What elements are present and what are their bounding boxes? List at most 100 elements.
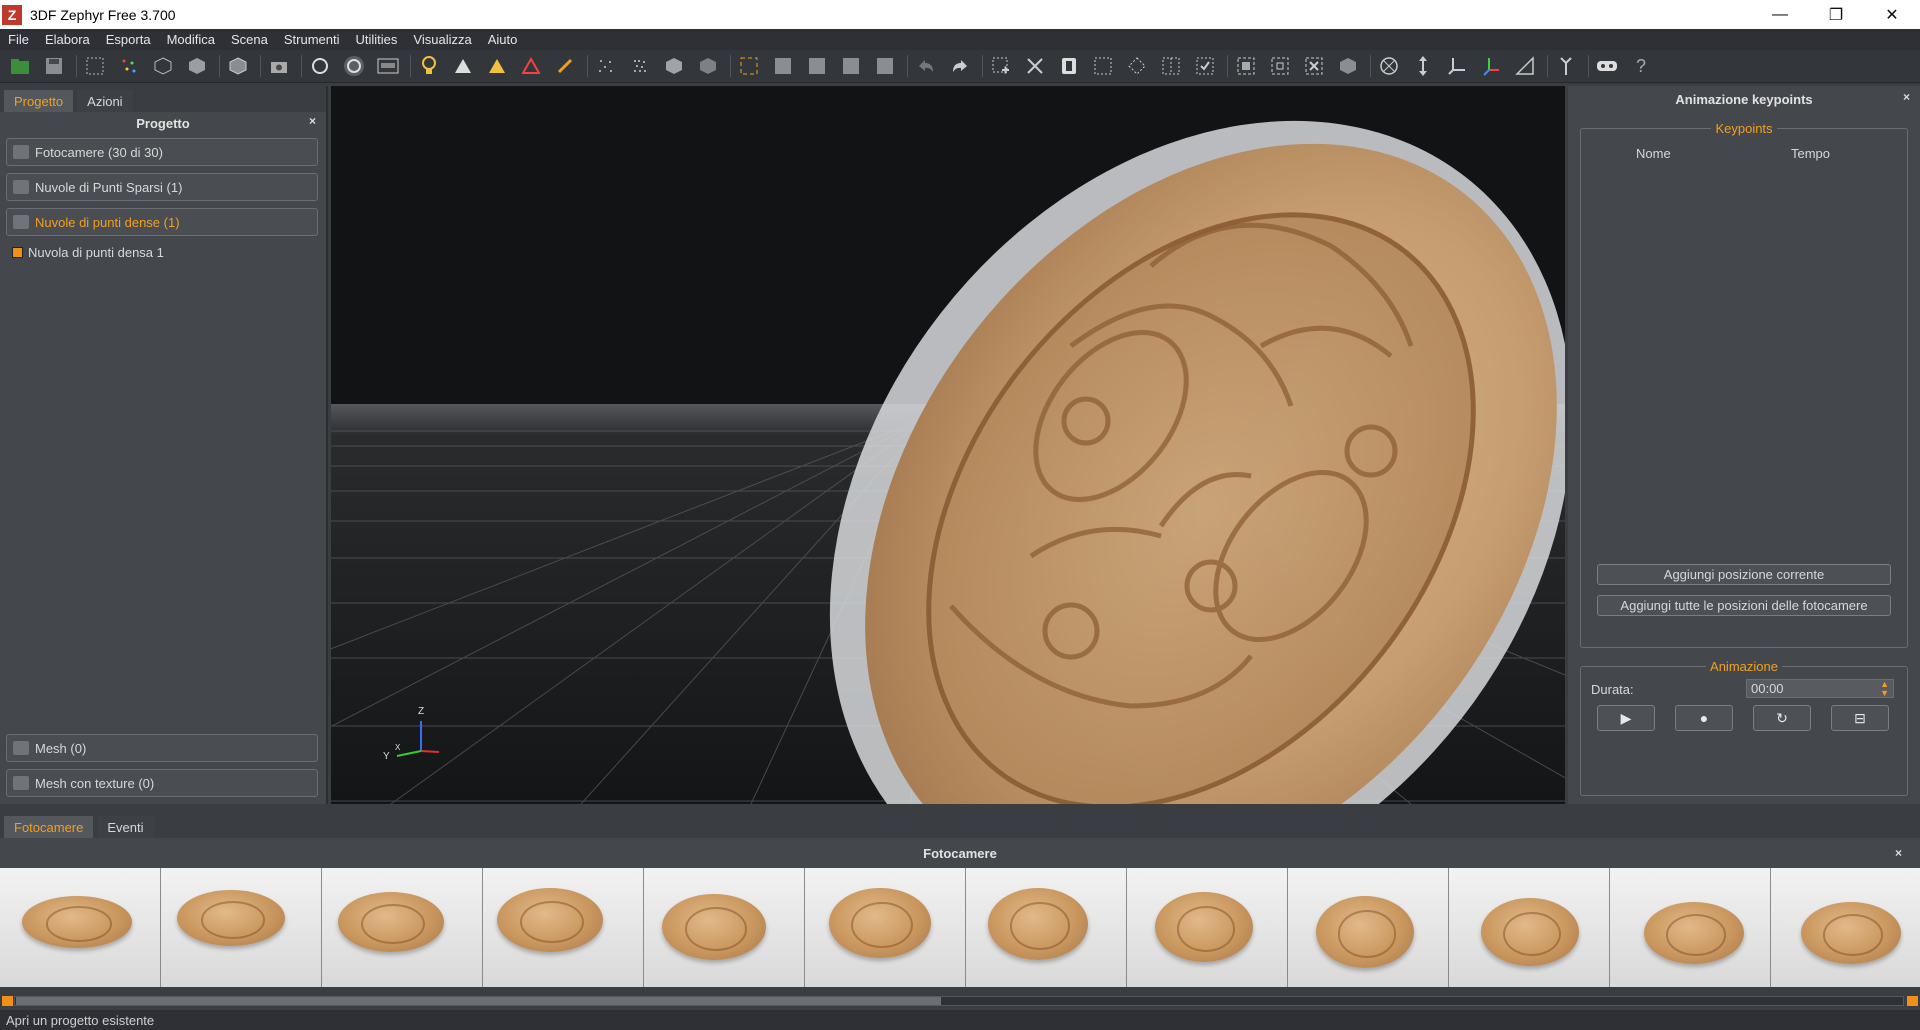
dense-cloud-item[interactable]: Nuvola di punti densa 1 <box>12 243 326 261</box>
camera-thumbnail[interactable] <box>1771 868 1920 987</box>
camera-thumbnail[interactable] <box>966 868 1127 987</box>
3d-viewport[interactable]: Z Y X <box>331 86 1565 804</box>
menu-strumenti[interactable]: Strumenti <box>276 32 348 47</box>
dense-points-icon[interactable] <box>628 54 652 78</box>
cube-icon[interactable] <box>662 54 686 78</box>
new-project-icon[interactable] <box>8 54 32 78</box>
minimize-button[interactable]: — <box>1752 0 1808 29</box>
close-icon[interactable]: × <box>1903 90 1910 104</box>
camera-thumbnail[interactable] <box>1288 868 1449 987</box>
view-persp-icon[interactable] <box>873 54 897 78</box>
mesh-icon[interactable] <box>151 54 175 78</box>
menu-utilities[interactable]: Utilities <box>348 32 406 47</box>
camera-thumbnail[interactable] <box>1449 868 1610 987</box>
viewport-canvas[interactable]: Z Y X <box>331 86 1565 804</box>
plane-icon[interactable] <box>1445 54 1469 78</box>
play-button[interactable]: ▶ <box>1597 705 1655 731</box>
menu-elabora[interactable]: Elabora <box>37 32 98 47</box>
column-nome[interactable]: Nome <box>1636 146 1671 161</box>
bbox-icon[interactable] <box>1234 54 1258 78</box>
ruler-icon[interactable] <box>1513 54 1537 78</box>
textured-cube-icon[interactable] <box>696 54 720 78</box>
duration-input[interactable]: 00:00 ▲ ▼ <box>1746 679 1894 698</box>
close-icon[interactable]: × <box>1895 846 1902 860</box>
network-icon[interactable] <box>1377 54 1401 78</box>
triangle-icon[interactable] <box>451 54 475 78</box>
texture-cube-icon[interactable] <box>226 54 250 78</box>
add-all-camera-positions-button[interactable]: Aggiungi tutte le posizioni delle fotoca… <box>1597 595 1891 616</box>
invert-icon[interactable] <box>1057 54 1081 78</box>
thumbnails-scrollbar[interactable] <box>0 994 1920 1008</box>
tab-progetto[interactable]: Progetto <box>4 90 74 112</box>
spinner-icon[interactable]: ▲ ▼ <box>1880 680 1889 698</box>
dense-clouds-node[interactable]: Nuvole di punti dense (1) <box>6 208 318 236</box>
camera-thumbnail[interactable] <box>1127 868 1288 987</box>
menu-esporta[interactable]: Esporta <box>98 32 159 47</box>
light-icon[interactable] <box>417 54 441 78</box>
restore-button[interactable]: ❐ <box>1808 0 1864 29</box>
tab-azioni[interactable]: Azioni <box>77 90 133 112</box>
camera-thumbnail[interactable] <box>805 868 966 987</box>
vr-icon[interactable] <box>1595 54 1619 78</box>
visibility-checkbox[interactable] <box>12 246 23 258</box>
record-button[interactable]: ● <box>1675 705 1733 731</box>
view-front-icon[interactable] <box>771 54 795 78</box>
orbit-icon[interactable] <box>342 54 366 78</box>
sparse-points-icon[interactable] <box>594 54 618 78</box>
scrollbar-thumb[interactable] <box>16 997 941 1005</box>
camera-thumbnail[interactable] <box>1610 868 1771 987</box>
grid-select-icon[interactable] <box>1159 54 1183 78</box>
lasso-icon[interactable] <box>1125 54 1149 78</box>
scroll-left-icon[interactable] <box>2 996 13 1006</box>
camera-thumbnail[interactable] <box>322 868 483 987</box>
brush-icon[interactable] <box>553 54 577 78</box>
fit-icon[interactable] <box>737 54 761 78</box>
triangle-yellow-icon[interactable] <box>485 54 509 78</box>
tab-fotocamere[interactable]: Fotocamere <box>4 816 94 838</box>
add-current-position-button[interactable]: Aggiungi posizione corrente <box>1597 564 1891 585</box>
points-icon[interactable] <box>117 54 141 78</box>
close-icon[interactable]: × <box>309 114 316 128</box>
menu-scena[interactable]: Scena <box>223 32 276 47</box>
bbox-close-icon[interactable] <box>1302 54 1326 78</box>
loop-button[interactable]: ↻ <box>1753 705 1811 731</box>
sparse-clouds-node[interactable]: Nuvole di Punti Sparsi (1) <box>6 173 318 201</box>
rotate-icon[interactable] <box>308 54 332 78</box>
measure-icon[interactable] <box>1411 54 1435 78</box>
triangle-rgb-icon[interactable] <box>519 54 543 78</box>
view-side-icon[interactable] <box>805 54 829 78</box>
camera-icon[interactable] <box>267 54 291 78</box>
tools-icon[interactable] <box>1554 54 1578 78</box>
solid-cube-icon[interactable] <box>185 54 209 78</box>
select-rect-icon[interactable] <box>83 54 107 78</box>
redo-icon[interactable] <box>948 54 972 78</box>
save-animation-button[interactable]: ⊟ <box>1831 705 1889 731</box>
bbox-resize-icon[interactable] <box>1268 54 1292 78</box>
camera-thumbnail[interactable] <box>644 868 805 987</box>
menu-aiuto[interactable]: Aiuto <box>480 32 526 47</box>
save-icon[interactable] <box>42 54 66 78</box>
mesh-node[interactable]: Mesh (0) <box>6 734 318 762</box>
menu-file[interactable]: File <box>0 32 37 47</box>
axis-icon[interactable] <box>1479 54 1503 78</box>
menu-visualizza[interactable]: Visualizza <box>405 32 479 47</box>
column-tempo[interactable]: Tempo <box>1791 146 1830 161</box>
tab-eventi[interactable]: Eventi <box>97 816 154 838</box>
box-icon[interactable] <box>1336 54 1360 78</box>
cameras-node[interactable]: Fotocamere (30 di 30) <box>6 138 318 166</box>
select-remove-icon[interactable] <box>1023 54 1047 78</box>
rgb-select-icon[interactable] <box>1091 54 1115 78</box>
menu-modifica[interactable]: Modifica <box>159 32 223 47</box>
scroll-right-icon[interactable] <box>1907 996 1918 1006</box>
keypoints-list[interactable] <box>1585 167 1903 537</box>
help-icon[interactable]: ? <box>1629 54 1653 78</box>
close-window-button[interactable]: ✕ <box>1864 0 1920 29</box>
camera-thumbnail[interactable] <box>161 868 322 987</box>
camera-thumbnail[interactable] <box>0 868 161 987</box>
filter-icon[interactable] <box>1193 54 1217 78</box>
camera-thumbnail[interactable] <box>483 868 644 987</box>
select-add-icon[interactable] <box>989 54 1013 78</box>
wasd-icon[interactable] <box>376 54 400 78</box>
view-top-icon[interactable] <box>839 54 863 78</box>
textured-mesh-node[interactable]: Mesh con texture (0) <box>6 769 318 797</box>
